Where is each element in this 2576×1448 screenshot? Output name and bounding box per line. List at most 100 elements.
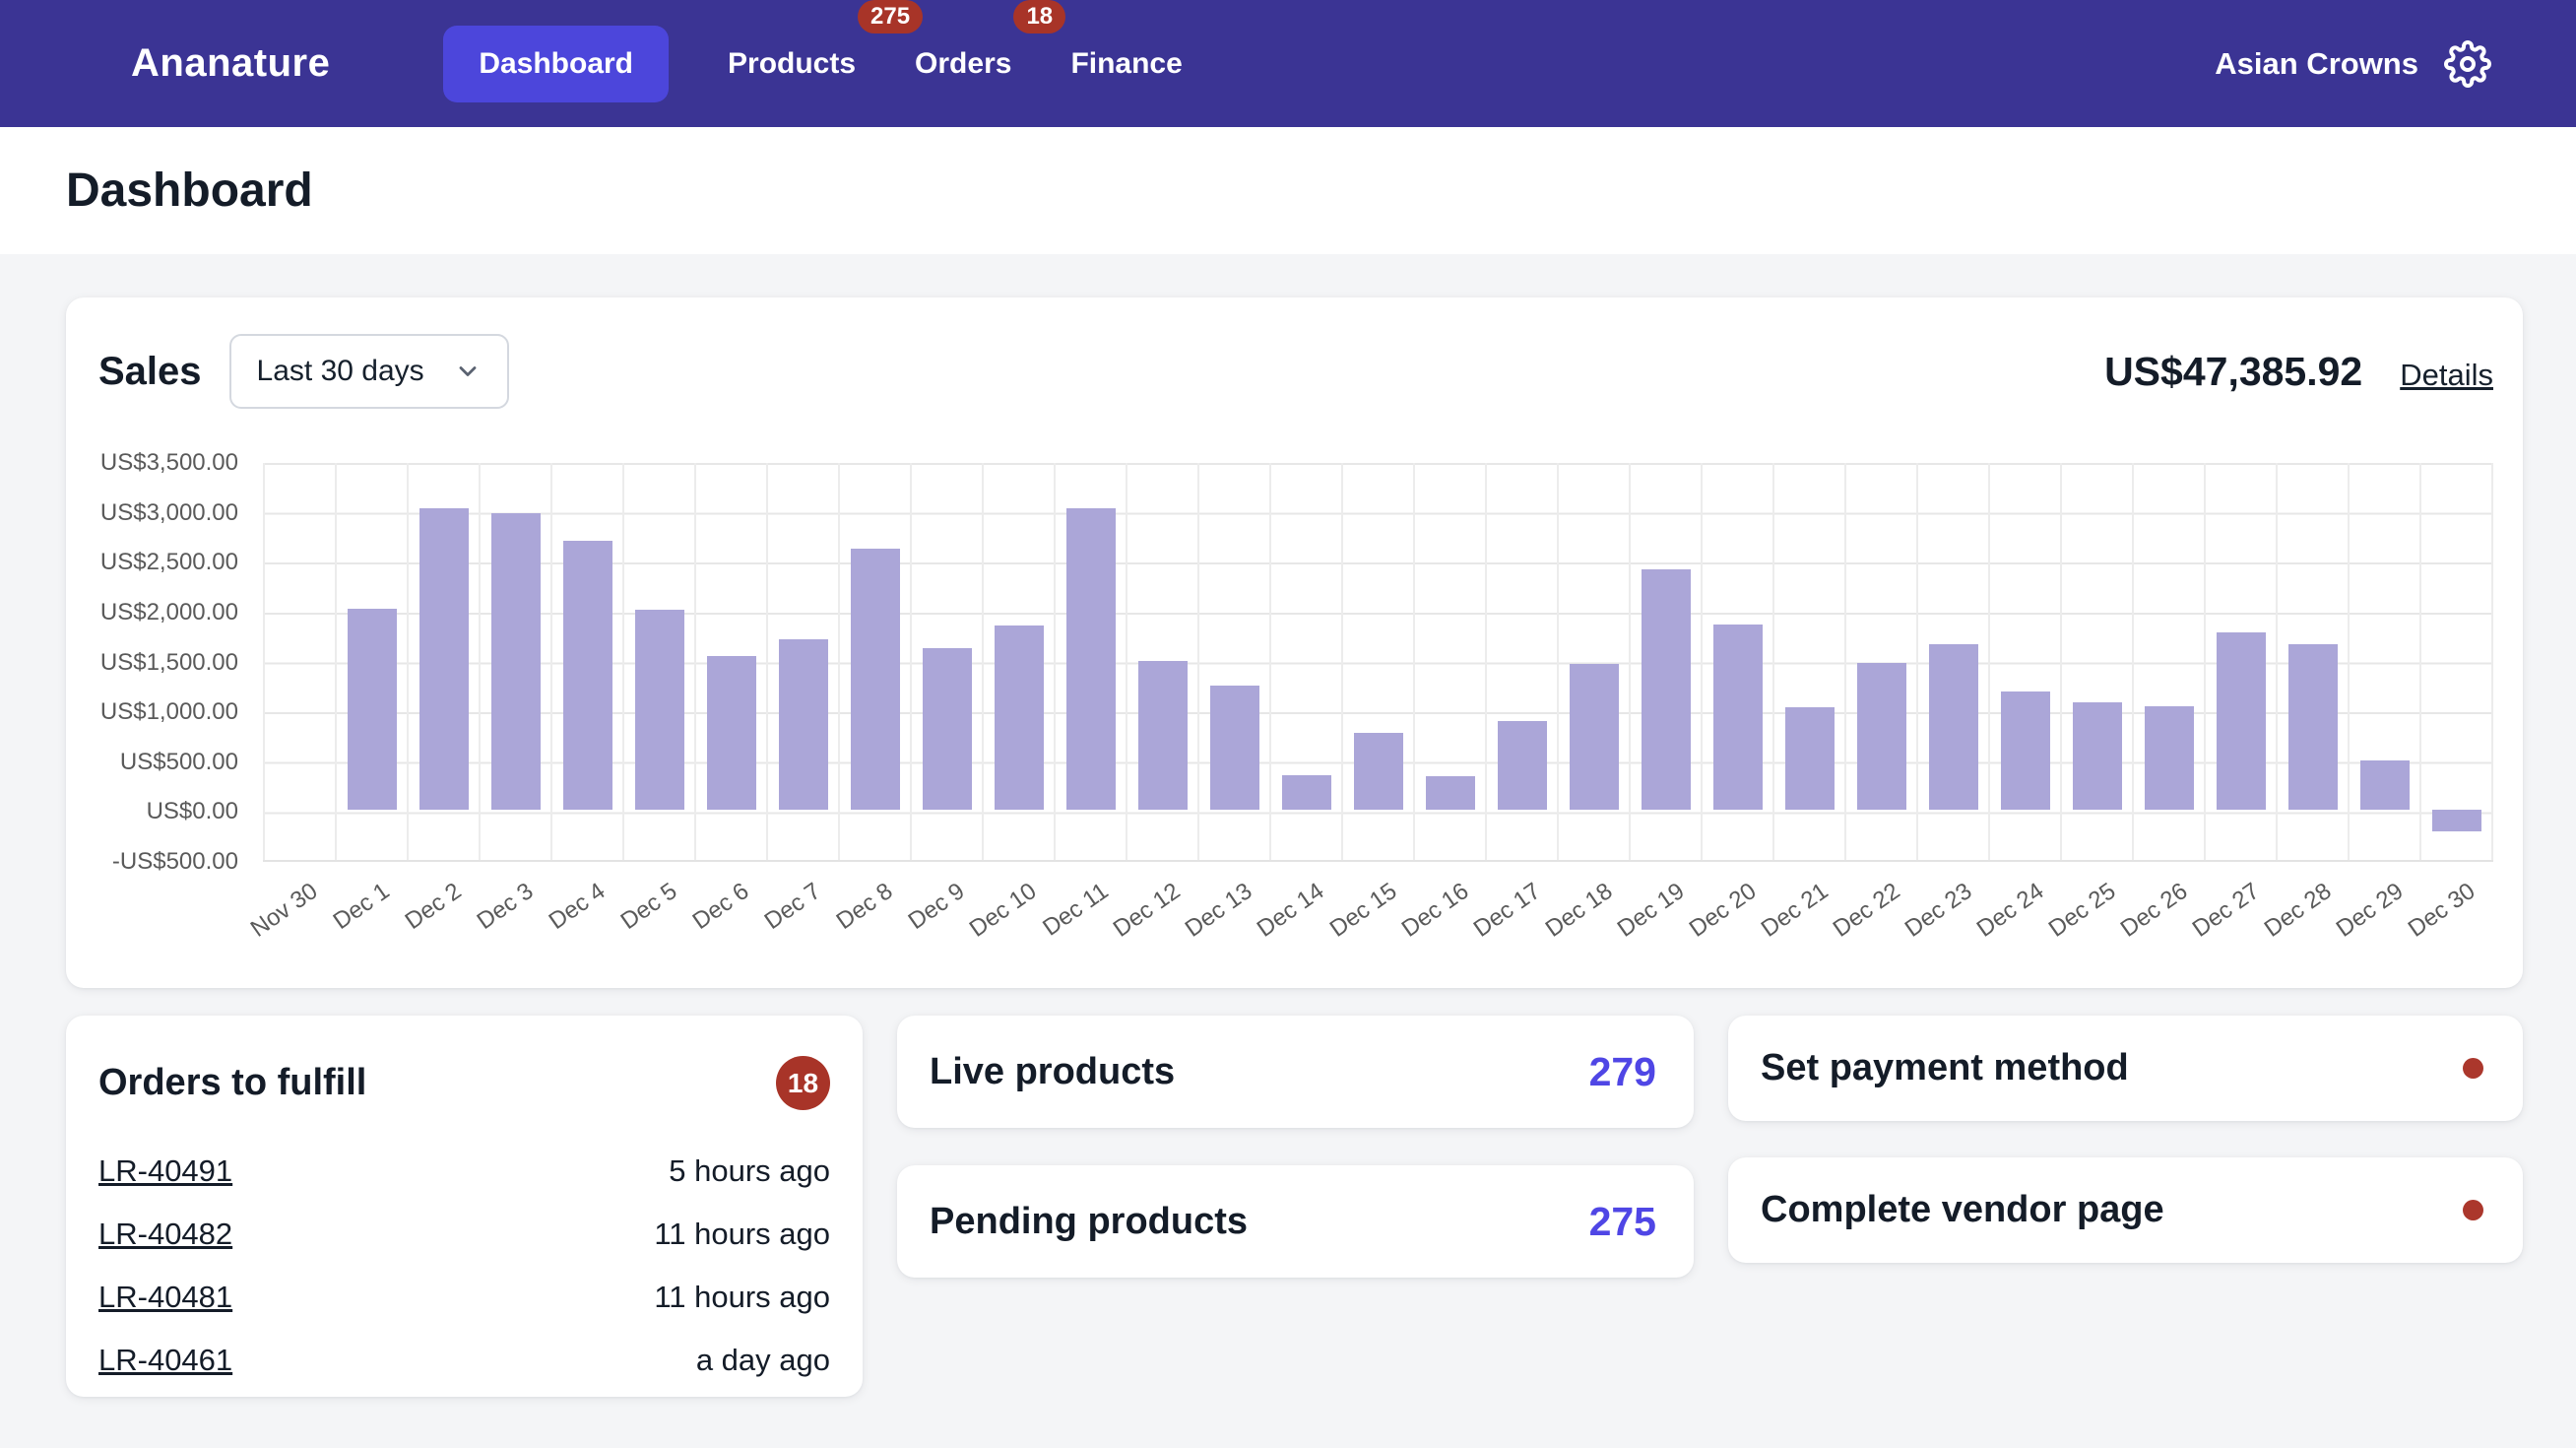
chart-column <box>1988 463 2060 860</box>
date-range-dropdown[interactable]: Last 30 days <box>228 334 509 409</box>
chart-bar-dec-24 <box>2000 691 2050 811</box>
nav-item-finance[interactable]: Finance <box>1070 26 1182 102</box>
x-axis-tick-label: Dec 18 <box>1540 878 1618 943</box>
pending-products-card: Pending products 275 <box>897 1165 1694 1278</box>
x-axis-tick-label: Dec 12 <box>1109 878 1186 943</box>
order-time: 11 hours ago <box>654 1217 830 1251</box>
chart-column <box>407 463 479 860</box>
x-axis-tick-label: Dec 14 <box>1253 878 1329 943</box>
bottom-cards: Orders to fulfill 18 LR-40491 5 hours ag… <box>66 1016 2523 1397</box>
x-axis-tick-label: Dec 1 <box>328 878 395 936</box>
pending-products-count: 275 <box>1588 1198 1656 1244</box>
x-axis-tick-label: Dec 6 <box>687 878 754 936</box>
order-time: a day ago <box>695 1343 830 1377</box>
order-link[interactable]: LR-40491 <box>98 1153 232 1189</box>
chart-bar-dec-25 <box>2072 701 2122 811</box>
details-link[interactable]: Details <box>2400 358 2493 393</box>
x-axis-tick-label: Dec 16 <box>1396 878 1474 943</box>
chart-column <box>263 463 335 860</box>
gear-icon[interactable] <box>2444 39 2491 88</box>
chart-bar-dec-9 <box>922 647 972 811</box>
orders-card-title: Orders to fulfill <box>98 1062 367 1103</box>
chart-column <box>622 463 694 860</box>
nav-item-dashboard[interactable]: Dashboard <box>443 25 670 102</box>
chart-column <box>1844 463 1916 860</box>
chart-column <box>1341 463 1413 860</box>
order-link[interactable]: LR-40461 <box>98 1343 232 1378</box>
chart-bar-dec-7 <box>778 638 828 811</box>
sales-card: Sales Last 30 days US$47,385.92 Details … <box>66 297 2523 988</box>
y-axis-tick-label: US$1,000.00 <box>99 698 238 726</box>
y-axis-tick-label: -US$500.00 <box>111 848 238 875</box>
x-axis-tick-label: Dec 8 <box>831 878 898 936</box>
chart-bar-dec-5 <box>634 609 684 811</box>
x-axis-tick-label: Dec 28 <box>2260 878 2337 943</box>
chart-y-axis: US$3,500.00 US$3,000.00 US$2,500.00 US$2,00… <box>98 449 263 875</box>
chart-bar-dec-12 <box>1137 660 1188 811</box>
x-axis-tick-label: Dec 11 <box>1038 878 1114 942</box>
x-axis-tick-label: Dec 23 <box>1900 878 1977 943</box>
nav-item-products[interactable]: Products 275 <box>728 0 924 102</box>
order-time: 11 hours ago <box>654 1280 830 1314</box>
chart-plot-area: Nov 30 Dec 1 Dec 2 Dec 3 Dec 4 Dec 5 Dec 6 Dec … <box>245 463 2493 978</box>
x-axis-tick-label: Dec 24 <box>1971 878 2049 943</box>
x-axis-tick-label: Dec 3 <box>472 878 539 936</box>
chart-bar-dec-29 <box>2359 759 2410 811</box>
chart-bar-dec-27 <box>2216 631 2266 811</box>
chart-column <box>1557 463 1629 860</box>
chart-bar-dec-19 <box>1641 568 1691 811</box>
nav-item-orders[interactable]: Orders 18 <box>915 0 1066 102</box>
x-axis-tick-label: Dec 25 <box>2043 878 2121 943</box>
x-axis-tick-label: Dec 10 <box>964 878 1042 943</box>
chart-column <box>910 463 982 860</box>
task-label: Complete vendor page <box>1761 1189 2164 1230</box>
page-title: Dashboard <box>66 165 313 217</box>
chart-plot <box>263 463 2493 862</box>
top-nav: Ananature Dashboard Products 275 Orders … <box>0 0 2576 127</box>
chart-bar-dec-26 <box>2144 706 2194 811</box>
main-content: Sales Last 30 days US$47,385.92 Details … <box>0 254 2576 1397</box>
chart-column <box>2060 463 2132 860</box>
x-axis-tick-label: Dec 15 <box>1324 878 1401 943</box>
chart-bar-dec-16 <box>1425 776 1475 811</box>
x-axis-tick-label: Dec 4 <box>544 878 611 936</box>
x-axis-tick-label: Dec 27 <box>2187 878 2265 943</box>
date-range-value: Last 30 days <box>256 355 424 387</box>
chart-column <box>335 463 407 860</box>
chart-column <box>2132 463 2204 860</box>
chart-bar-dec-18 <box>1569 663 1619 811</box>
x-axis-tick-label: Dec 13 <box>1181 878 1257 943</box>
y-axis-tick-label: US$3,000.00 <box>99 498 238 526</box>
order-row: LR-40491 5 hours ago <box>98 1140 830 1203</box>
y-axis-tick-label: US$3,500.00 <box>99 449 238 476</box>
x-axis-tick-label: Dec 7 <box>759 878 826 936</box>
chart-bar-dec-17 <box>1497 721 1547 811</box>
tasks-column: Set payment method Complete vendor page <box>1728 1016 2523 1397</box>
live-products-count: 279 <box>1588 1048 1656 1094</box>
chart-bar-dec-4 <box>562 541 612 811</box>
chart-bar-dec-1 <box>347 608 397 811</box>
stats-column: Live products 279 Pending products 275 <box>897 1016 1694 1397</box>
set-payment-method-card[interactable]: Set payment method <box>1728 1016 2523 1121</box>
chart-column <box>1485 463 1557 860</box>
chart-column <box>1701 463 1772 860</box>
x-axis-tick-label: Dec 5 <box>615 878 682 936</box>
chart-bar-dec-14 <box>1281 774 1331 811</box>
chart-bar-dec-11 <box>1065 507 1116 811</box>
chart-bar-dec-13 <box>1209 686 1259 811</box>
orders-fulfill-badge: 18 <box>776 1056 830 1110</box>
chart-column <box>2419 463 2493 860</box>
chart-column <box>766 463 838 860</box>
orders-card-header: Orders to fulfill 18 <box>98 1056 830 1110</box>
order-link[interactable]: LR-40481 <box>98 1280 232 1315</box>
orders-to-fulfill-card: Orders to fulfill 18 LR-40491 5 hours ag… <box>66 1016 863 1397</box>
order-link[interactable]: LR-40482 <box>98 1217 232 1252</box>
chart-bar-dec-3 <box>490 512 541 811</box>
nav-item-label: Orders <box>915 46 1012 80</box>
chart-column <box>838 463 910 860</box>
order-time: 5 hours ago <box>669 1153 830 1188</box>
complete-vendor-page-card[interactable]: Complete vendor page <box>1728 1157 2523 1263</box>
x-axis-tick-label: Dec 22 <box>1828 878 1905 943</box>
chart-bar-dec-15 <box>1353 733 1403 811</box>
alert-dot-icon <box>2463 1058 2483 1079</box>
